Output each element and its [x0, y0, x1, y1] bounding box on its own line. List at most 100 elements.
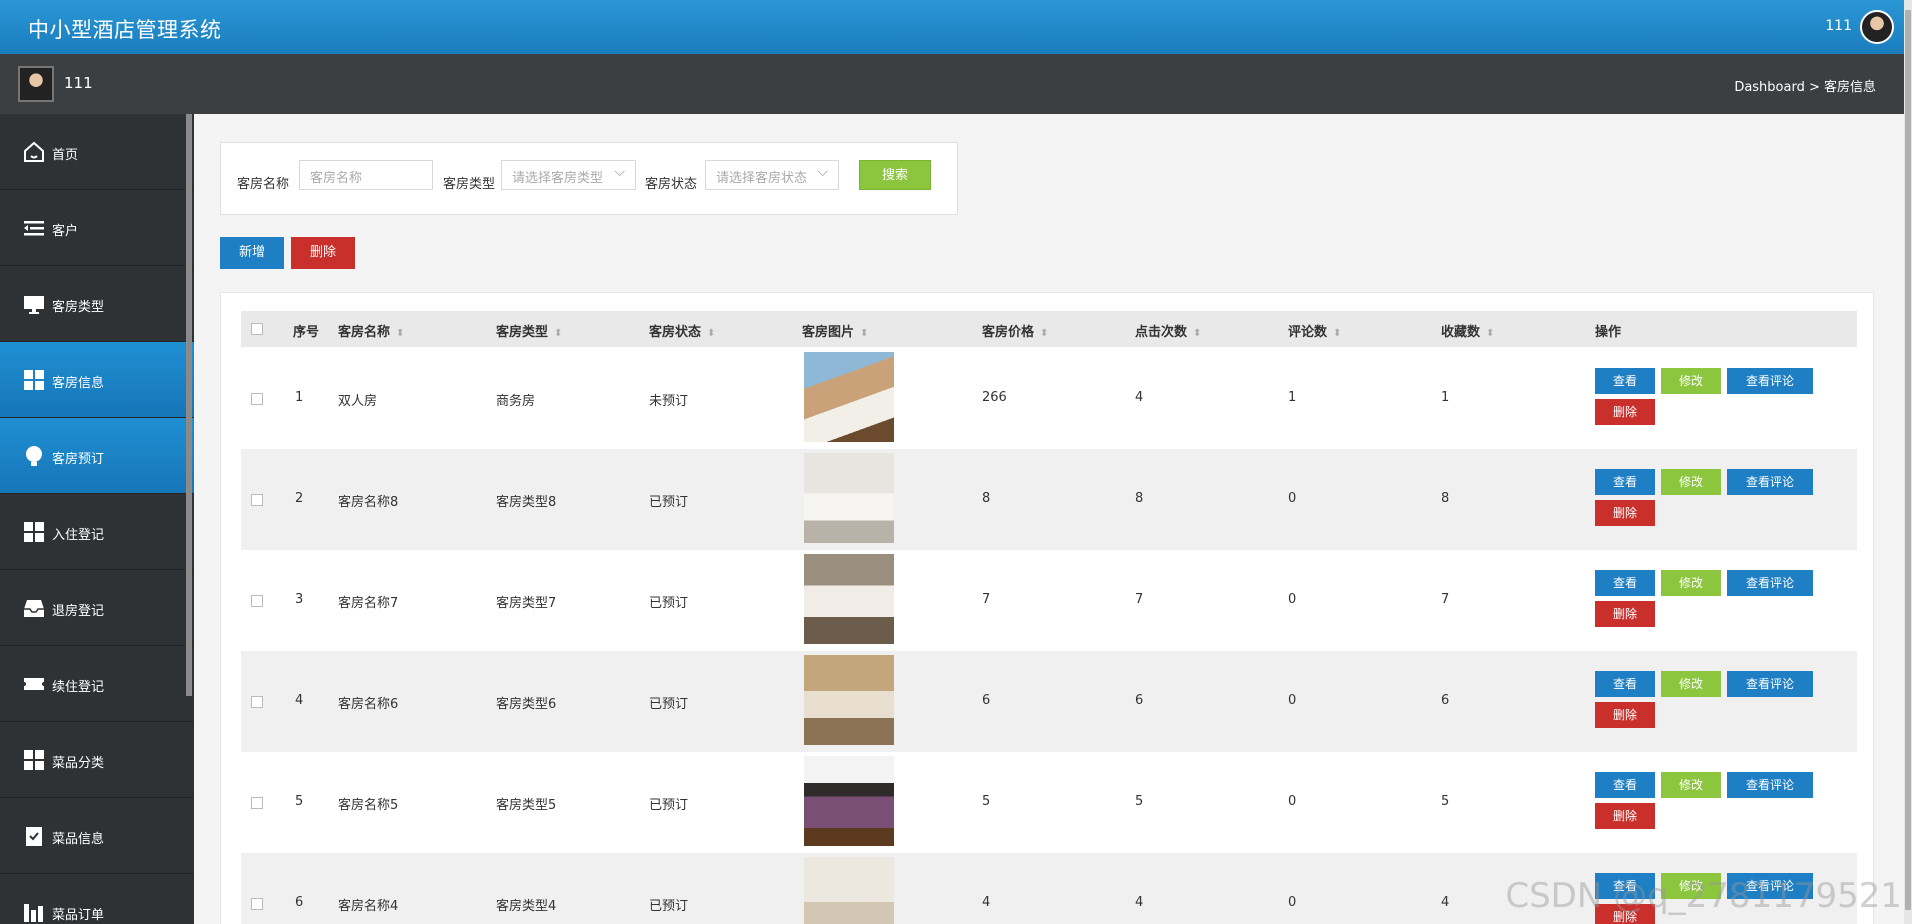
sort-icon[interactable]: ⬍	[554, 328, 562, 339]
view-comments-button[interactable]: 查看评论	[1727, 671, 1813, 697]
header-avatar[interactable]	[1860, 10, 1894, 44]
table-row: 3 客房名称7 客房类型7 已预订 7 7 0 7 查看 修改 查看评论 删除	[241, 550, 1857, 651]
ticket-icon	[24, 678, 44, 690]
room-image	[804, 756, 894, 846]
col-status[interactable]: 客房状态 ⬍	[649, 321, 715, 340]
room-type-placeholder: 请选择客房类型	[512, 171, 604, 186]
sidebar-item-room-booking[interactable]: 客房预订	[0, 418, 194, 494]
sort-icon[interactable]: ⬍	[1486, 328, 1494, 339]
sort-icon[interactable]: ⬍	[396, 328, 404, 339]
clipboard-check-icon	[26, 827, 42, 846]
header-username[interactable]: 111	[1825, 18, 1852, 34]
cell-status: 已预订	[649, 798, 689, 813]
view-comments-button[interactable]: 查看评论	[1727, 368, 1813, 394]
cell-no: 4	[295, 693, 304, 708]
cell-favorites: 8	[1441, 491, 1450, 506]
sidebar-item-dish-info[interactable]: 菜品信息	[0, 798, 194, 874]
search-button[interactable]: 搜索	[859, 160, 931, 190]
room-status-select[interactable]: 请选择客房状态	[705, 160, 839, 190]
view-comments-button[interactable]: 查看评论	[1727, 772, 1813, 798]
edit-button[interactable]: 修改	[1661, 772, 1721, 798]
sidebar-item-label: 客户	[52, 224, 79, 239]
bulk-delete-button[interactable]: 删除	[291, 237, 355, 269]
col-type[interactable]: 客房类型 ⬍	[496, 321, 562, 340]
row-checkbox[interactable]	[251, 494, 263, 506]
row-checkbox[interactable]	[251, 393, 263, 405]
edit-button[interactable]: 修改	[1661, 368, 1721, 394]
view-button[interactable]: 查看	[1595, 469, 1655, 495]
col-image[interactable]: 客房图片 ⬍	[802, 321, 868, 340]
col-clicks-label: 点击次数	[1135, 325, 1188, 340]
sidebar-item-label: 首页	[52, 148, 79, 163]
delete-button[interactable]: 删除	[1595, 702, 1655, 728]
user-avatar	[18, 66, 54, 102]
col-clicks[interactable]: 点击次数 ⬍	[1135, 321, 1201, 340]
edit-button[interactable]: 修改	[1661, 671, 1721, 697]
sidebar-item-checkout[interactable]: 退房登记	[0, 570, 194, 646]
cell-price: 4	[982, 895, 991, 910]
sidebar-item-checkin[interactable]: 入住登记	[0, 494, 194, 570]
sidebar-item-home[interactable]: 首页	[0, 114, 194, 190]
sidebar-item-room-type[interactable]: 客房类型	[0, 266, 194, 342]
sidebar-item-dish-order[interactable]: 菜品订单	[0, 874, 194, 924]
cell-price: 5	[982, 794, 991, 809]
row-checkbox[interactable]	[251, 797, 263, 809]
delete-button[interactable]: 删除	[1595, 500, 1655, 526]
sort-icon[interactable]: ⬍	[1333, 328, 1341, 339]
col-name-label: 客房名称	[338, 325, 391, 340]
sort-icon[interactable]: ⬍	[1193, 328, 1201, 339]
sort-icon[interactable]: ⬍	[707, 328, 715, 339]
cell-name: 客房名称8	[338, 495, 399, 510]
sidebar-item-extend-stay[interactable]: 续住登记	[0, 646, 194, 722]
view-comments-button[interactable]: 查看评论	[1727, 469, 1813, 495]
view-comments-button[interactable]: 查看评论	[1727, 570, 1813, 596]
sidebar-item-label: 入住登记	[52, 528, 105, 543]
page-scrollbar[interactable]	[1904, 0, 1912, 924]
view-button[interactable]: 查看	[1595, 671, 1655, 697]
sidebar-item-customer[interactable]: 客户	[0, 190, 194, 266]
sort-icon[interactable]: ⬍	[1040, 328, 1048, 339]
room-name-input[interactable]: 客房名称	[299, 160, 433, 190]
cell-comments: 0	[1288, 693, 1297, 708]
sort-icon[interactable]: ⬍	[860, 328, 868, 339]
col-comments[interactable]: 评论数 ⬍	[1288, 321, 1341, 340]
edit-button[interactable]: 修改	[1661, 469, 1721, 495]
view-button[interactable]: 查看	[1595, 772, 1655, 798]
col-comments-label: 评论数	[1288, 325, 1328, 340]
sub-header: 111 Dashboard > 客房信息	[0, 54, 1904, 114]
view-button[interactable]: 查看	[1595, 570, 1655, 596]
grid-icon	[24, 522, 44, 542]
sidebar-item-room-info[interactable]: 客房信息	[0, 342, 194, 418]
delete-button[interactable]: 删除	[1595, 601, 1655, 627]
cell-comments: 0	[1288, 491, 1297, 506]
breadcrumb: Dashboard > 客房信息	[1734, 80, 1876, 95]
scrollbar-thumb[interactable]	[1905, 10, 1911, 910]
cell-price: 8	[982, 491, 991, 506]
table-row: 5 客房名称5 客房类型5 已预订 5 5 0 5 查看 修改 查看评论 删除	[241, 752, 1857, 853]
sidebar-scrollbar[interactable]	[186, 114, 192, 696]
add-button[interactable]: 新增	[220, 237, 284, 269]
cell-no: 1	[295, 390, 304, 405]
view-button[interactable]: 查看	[1595, 368, 1655, 394]
sidebar-item-label: 客房类型	[52, 300, 105, 315]
room-image	[804, 554, 894, 644]
edit-button[interactable]: 修改	[1661, 570, 1721, 596]
row-checkbox[interactable]	[251, 898, 263, 910]
cell-name: 客房名称6	[338, 697, 399, 712]
row-checkbox[interactable]	[251, 595, 263, 607]
cell-no: 3	[295, 592, 304, 607]
delete-button[interactable]: 删除	[1595, 399, 1655, 425]
bulb-icon	[26, 446, 42, 466]
select-all-checkbox[interactable]	[251, 323, 263, 335]
col-name[interactable]: 客房名称 ⬍	[338, 321, 404, 340]
room-type-select[interactable]: 请选择客房类型	[501, 160, 636, 190]
user-name: 111	[64, 74, 93, 92]
col-price[interactable]: 客房价格 ⬍	[982, 321, 1048, 340]
cell-clicks: 4	[1135, 895, 1144, 910]
cell-no: 2	[295, 491, 304, 506]
sidebar-item-dish-category[interactable]: 菜品分类	[0, 722, 194, 798]
delete-button[interactable]: 删除	[1595, 803, 1655, 829]
cell-price: 6	[982, 693, 991, 708]
col-favorites[interactable]: 收藏数 ⬍	[1441, 321, 1494, 340]
row-checkbox[interactable]	[251, 696, 263, 708]
